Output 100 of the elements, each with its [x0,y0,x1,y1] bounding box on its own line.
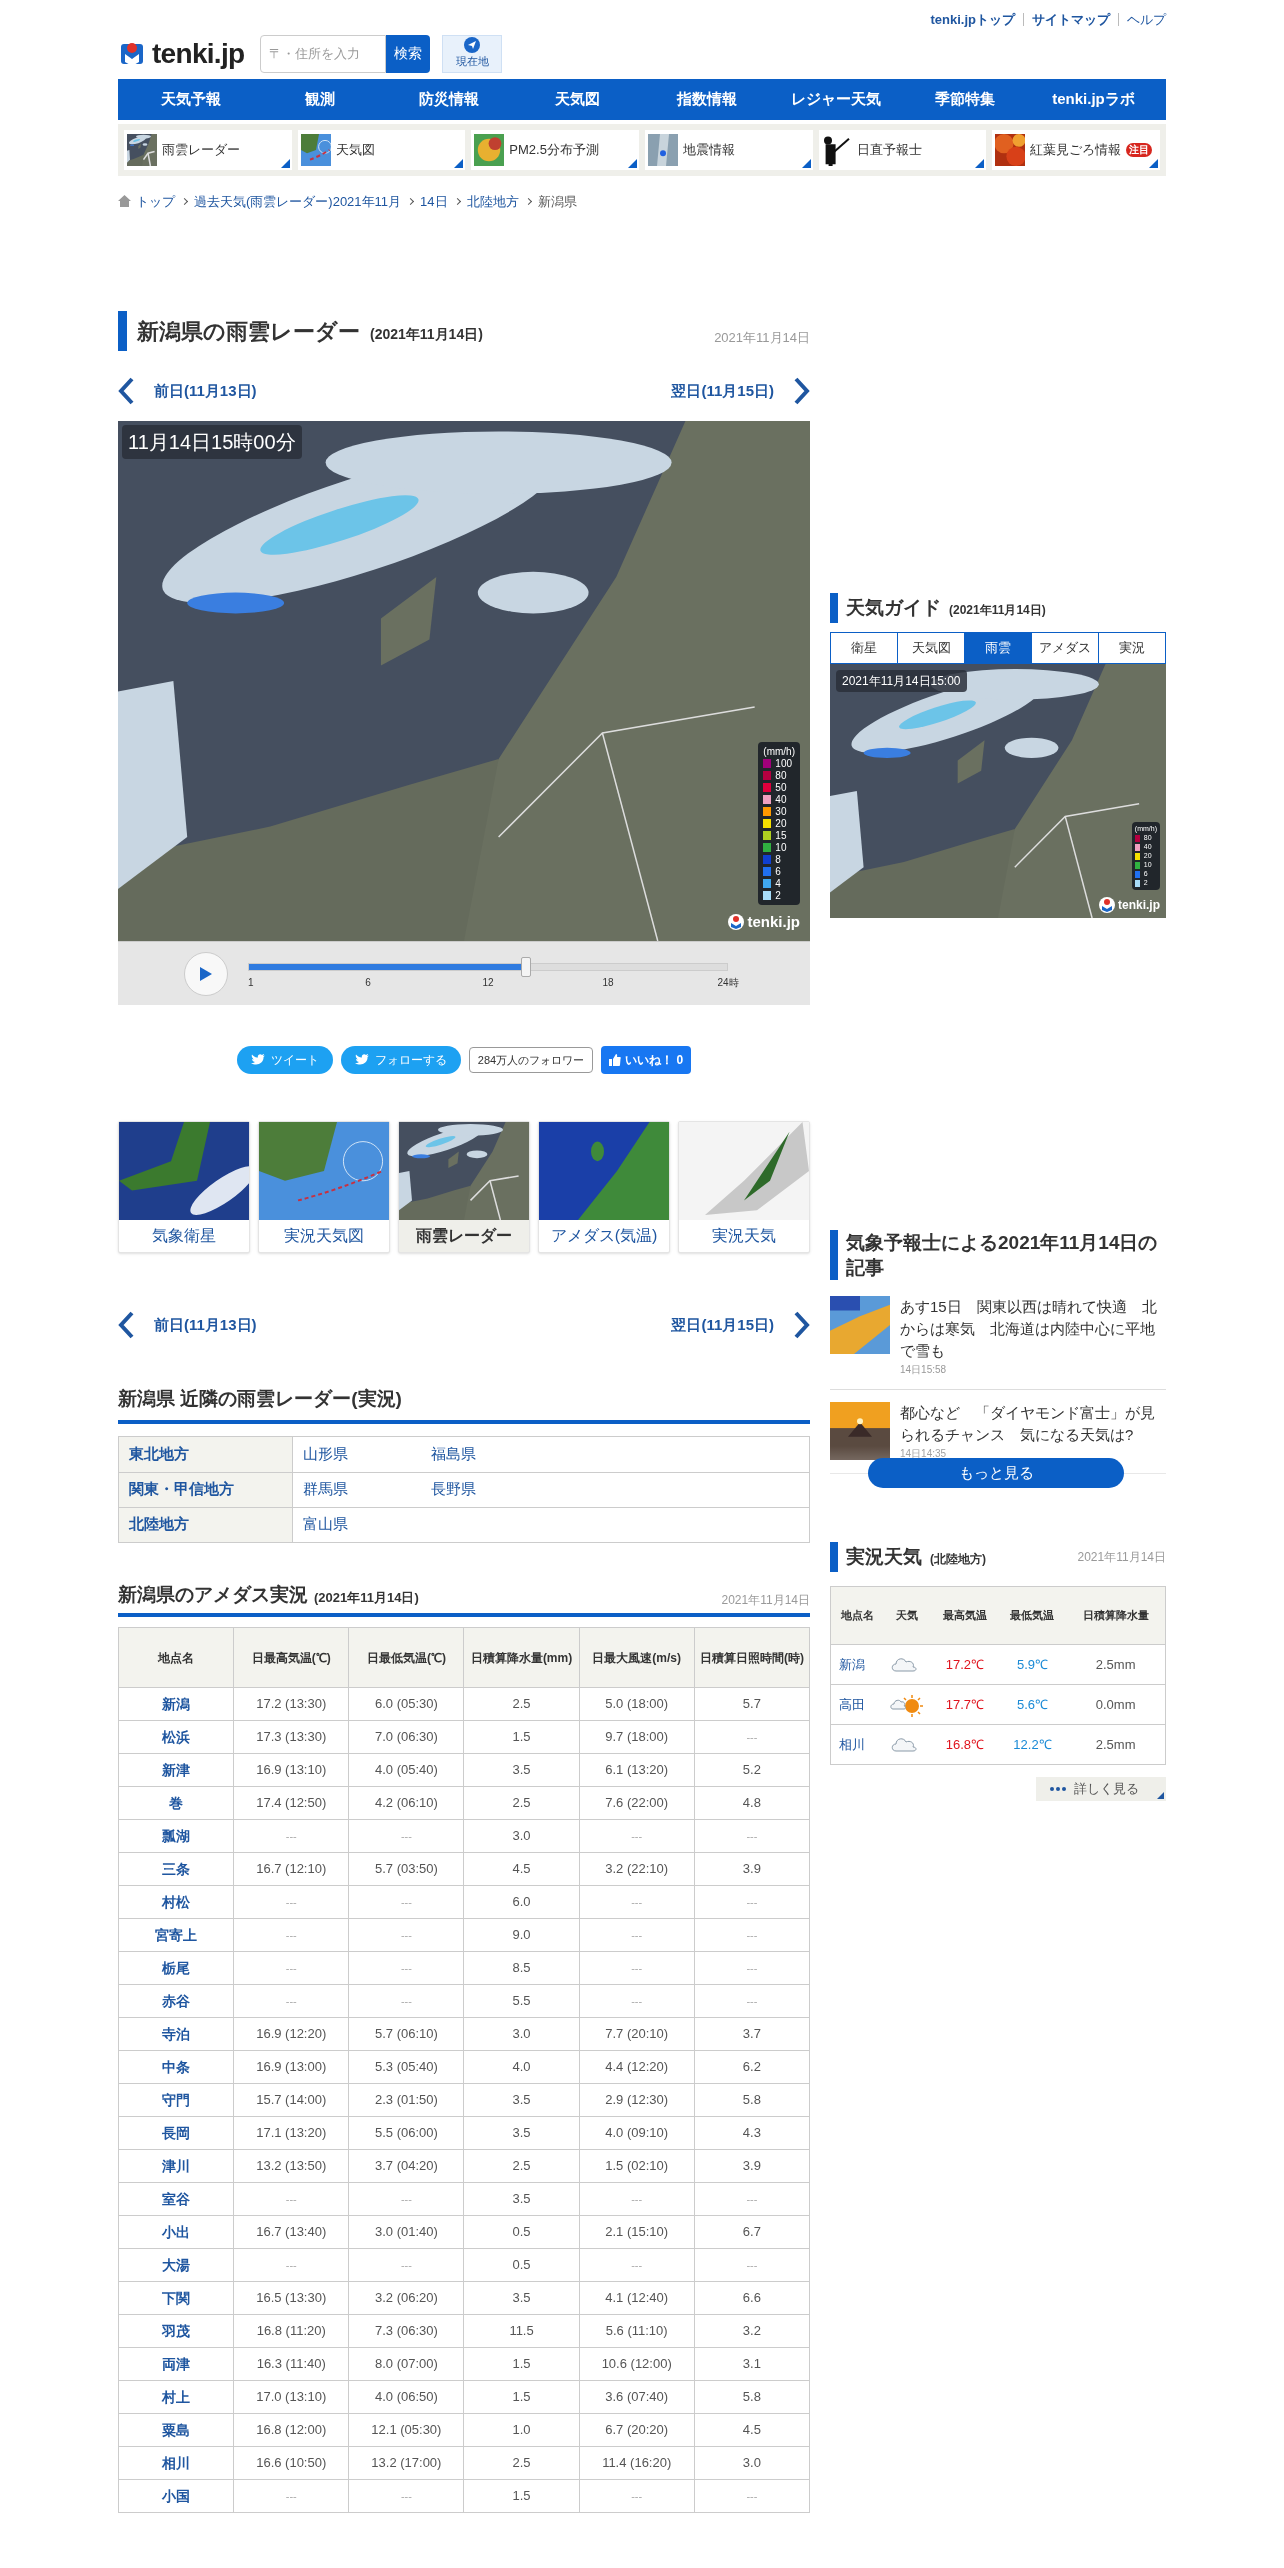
details-link[interactable]: 詳しく見る [1036,1777,1166,1801]
station-link[interactable]: 相川 [839,1736,865,1752]
station-link[interactable]: 室谷 [162,2190,191,2207]
logo-link[interactable]: tenki.jp [118,32,245,75]
section-title: 新潟県のアメダス実況 [118,1582,308,1607]
table-cell: 2.5mm [1066,1724,1166,1765]
station-link[interactable]: 相川 [162,2454,191,2471]
feature-link[interactable]: 天気図 [297,129,466,170]
slider-thumb[interactable] [521,956,532,977]
station-link[interactable]: 大湯 [162,2256,191,2273]
station-link[interactable]: 津川 [162,2157,191,2174]
nav-tab[interactable]: 天気予報 [126,78,255,120]
breadcrumb-link[interactable]: 北陸地方 [466,191,519,211]
table-cell: 1.5 (02:10) [579,2149,695,2183]
station-link[interactable]: 村松 [162,1893,191,1910]
map-thumbnail-link[interactable]: 気象衛星 [118,1121,250,1253]
breadcrumb-link[interactable]: トップ [136,191,175,211]
feature-link[interactable]: 地震情報 [645,129,813,170]
station-link[interactable]: 下関 [162,2289,191,2306]
prefecture-link[interactable]: 長野県 [431,1478,559,1501]
table-cell: 17.4 (12:50) [233,1786,349,1820]
nav-tab[interactable]: 防災情報 [384,78,513,120]
table-cell: 16.8℃ [931,1724,999,1765]
legend-value: 4 [775,878,781,889]
prefecture-link[interactable]: 福島県 [431,1442,559,1466]
prefecture-link[interactable]: 富山県 [303,1513,431,1536]
table-cell: 4.1 (12:40) [579,2281,695,2315]
like-button[interactable]: いいね！ 0 [601,1046,692,1074]
table-cell: --- [348,1951,464,1985]
station-link[interactable]: 三条 [162,1860,191,1877]
station-link[interactable]: 宮寄上 [155,1926,198,1943]
location-button[interactable]: 現在地 [442,34,503,73]
feature-link[interactable]: PM2.5分布予測 [471,129,639,170]
region-link[interactable]: 北陸地方 [129,1513,189,1536]
station-link[interactable]: 小出 [162,2223,191,2240]
map-tab[interactable]: 雨雲 [964,633,1031,663]
region-link[interactable]: 東北地方 [129,1442,189,1466]
prefecture-link[interactable]: 群馬県 [303,1478,431,1501]
map-thumbnail-link[interactable]: 実況天気 [678,1121,810,1253]
table-cell: 4.3 [694,2116,810,2150]
nav-tab[interactable]: tenki.jpラボ [1029,78,1158,120]
bird-icon [354,1054,369,1066]
search-button[interactable]: 検索 [386,34,431,73]
prefecture-link[interactable]: 山形県 [303,1442,431,1466]
station-link[interactable]: 新潟 [839,1656,865,1672]
nav-tab[interactable]: 観測 [255,78,384,120]
next-day-link[interactable]: 翌日(11月15日) [671,1311,810,1339]
next-day-link[interactable]: 翌日(11月15日) [671,377,810,405]
station-link[interactable]: 長岡 [162,2124,191,2141]
region-link[interactable]: 関東・甲信地方 [129,1478,234,1501]
search-field[interactable]: 〒・住所を入力 [260,34,387,73]
article-link[interactable]: あす15日 関東以西は晴れて快適 北からは寒気 北海道は内陸中心に平地で雪も 14日15:58 [830,1296,1166,1390]
feature-link[interactable]: 紅葉見ごろ情報 注目 [992,129,1160,170]
station-link[interactable]: 両津 [162,2355,191,2372]
top-link[interactable]: ヘルプ [1127,10,1166,30]
table-cell: --- [694,1819,810,1853]
station-link[interactable]: 瓢湖 [162,1827,191,1844]
station-link[interactable]: 新津 [162,1761,191,1778]
top-link[interactable]: tenki.jpトップ [930,10,1015,30]
play-button[interactable] [184,951,228,996]
map-thumbnail-link[interactable]: アメダス(気温) [538,1121,670,1253]
station-link[interactable]: 新潟 [162,1695,191,1712]
station-link[interactable]: 村上 [162,2388,191,2405]
nav-tab[interactable]: レジャー天気 [771,78,900,120]
station-link[interactable]: 寺泊 [162,2025,191,2042]
station-link[interactable]: 中条 [162,2058,191,2075]
badge: 注目 [1126,142,1153,157]
nav-tab[interactable]: 指数情報 [642,78,771,120]
table-cell: 7.3 (06:30) [348,2314,464,2348]
column-header: 天気 [883,1586,932,1645]
table-cell: 4.4 (12:20) [579,2050,695,2084]
map-thumbnail-link[interactable]: 雨雲レーダー [398,1121,530,1253]
map-thumbnail-link[interactable]: 実況天気図 [258,1121,390,1253]
feature-link[interactable]: 雨雲レーダー [124,129,292,170]
station-link[interactable]: 高田 [839,1696,865,1712]
bird-icon [250,1054,265,1066]
previous-day-link[interactable]: 前日(11月13日) [118,377,257,405]
station-link[interactable]: 粟島 [162,2421,191,2438]
feature-link[interactable]: 日直予報士 [818,129,987,170]
nav-tab[interactable]: 季節特集 [900,78,1029,120]
station-link[interactable]: 小国 [162,2487,191,2504]
top-link[interactable]: サイトマップ [1032,10,1110,30]
more-button[interactable]: もっと見る [868,1458,1124,1488]
station-link[interactable]: 赤谷 [162,1992,191,2009]
breadcrumb-link[interactable]: 過去天気(雨雲レーダー)2021年11月 [194,191,402,211]
station-link[interactable]: 守門 [162,2091,191,2108]
breadcrumb-link[interactable]: 14日 [420,191,448,211]
breadcrumb-current: 新潟県 [537,192,577,211]
legend-value: 50 [775,782,787,793]
table-cell: --- [348,2248,464,2282]
column-header: 日積算降水量(mm) [463,1627,580,1688]
article-time: 14日15:58 [900,1363,948,1377]
station-link[interactable]: 松浜 [162,1728,191,1745]
table-cell: 3.5 [463,1753,580,1787]
station-link[interactable]: 栃尾 [162,1959,191,1976]
station-link[interactable]: 巻 [169,1794,184,1811]
station-link[interactable]: 羽茂 [162,2322,191,2339]
nav-tab[interactable]: 天気図 [513,78,642,120]
previous-day-link[interactable]: 前日(11月13日) [118,1311,257,1339]
table-cell: 6.7 [694,2215,810,2249]
